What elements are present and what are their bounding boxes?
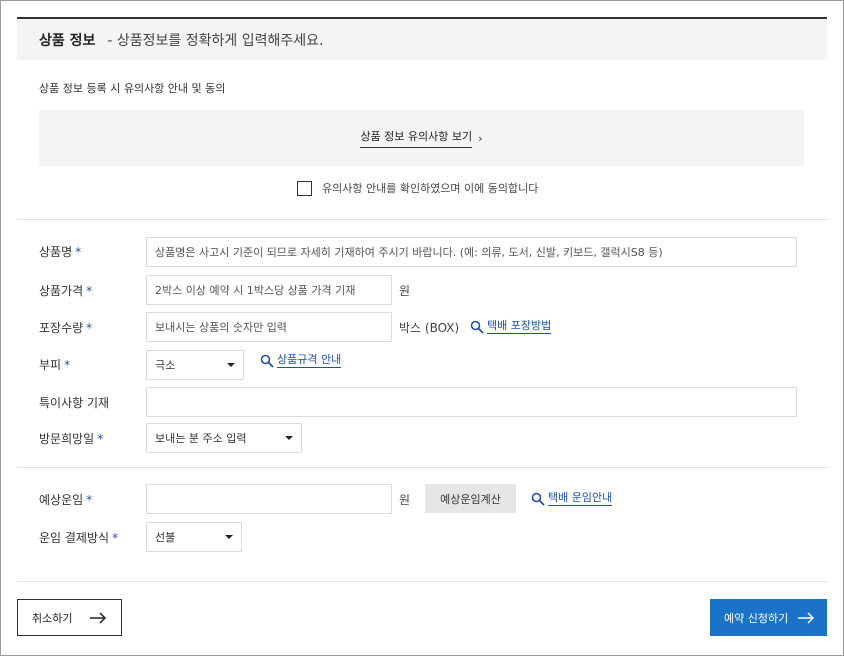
link-text: 상품규격 안내 <box>277 353 342 368</box>
agree-label: 유의사항 안내를 확인하였으며 이에 동의합니다 <box>322 182 539 195</box>
special-note-input[interactable] <box>146 387 797 417</box>
special-note-label: 특이사항 기재 <box>39 396 110 410</box>
chevron-down-icon <box>285 436 293 440</box>
calculate-fee-button[interactable]: 예상운임계산 <box>425 484 516 513</box>
volume-label: 부피 * <box>39 356 70 373</box>
selected-value: 극소 <box>155 359 176 372</box>
link-text: 택배 포장방법 <box>487 319 552 334</box>
selected-value: 보내는 분 주소 입력 <box>155 432 247 445</box>
label-text: 상품명 <box>39 245 73 259</box>
button-label: 예약 신청하기 <box>724 611 789 625</box>
label-text: 방문희망일 <box>39 432 95 446</box>
agree-row: 유의사항 안내를 확인하였으며 이에 동의합니다 <box>297 180 538 196</box>
package-qty-input[interactable]: 보내시는 상품의 숫자만 입력 <box>146 312 392 342</box>
volume-select[interactable]: 극소 <box>146 350 244 380</box>
agree-checkbox[interactable] <box>297 180 312 196</box>
link-text: 택배 운임안내 <box>548 491 613 506</box>
fee-guide-link[interactable]: 택배 운임안내 <box>531 491 613 506</box>
label-text: 포장수량 <box>39 321 84 335</box>
product-price-label: 상품가격 * <box>39 282 92 299</box>
submit-reservation-button[interactable]: 예약 신청하기 <box>710 599 827 636</box>
package-qty-label: 포장수량 * <box>39 319 92 336</box>
view-notice-link[interactable]: 상품 정보 유의사항 보기 <box>360 128 473 148</box>
package-unit: 박스 (BOX) <box>399 321 460 335</box>
label-text: 예상운임 <box>39 493 84 507</box>
label-text: 상품가격 <box>39 284 84 298</box>
chevron-right-icon: › <box>478 131 483 145</box>
cancel-button[interactable]: 취소하기 <box>17 599 122 636</box>
chevron-down-icon <box>227 363 235 367</box>
payment-method-select[interactable]: 선불 <box>146 522 242 552</box>
payment-method-label: 운임 결제방식 * <box>39 529 118 546</box>
divider <box>17 467 827 468</box>
product-price-input[interactable]: 2박스 이상 예약 시 1박스당 상품 가격 기재 <box>146 275 392 305</box>
form-frame: 상품 정보 - 상품정보를 정확하게 입력해주세요. 상품 정보 등록 시 유의… <box>0 0 844 656</box>
section-header: 상품 정보 - 상품정보를 정확하게 입력해주세요. <box>17 17 827 60</box>
button-label: 취소하기 <box>32 611 73 625</box>
packing-guide-link[interactable]: 택배 포장방법 <box>470 319 552 334</box>
magnifier-icon <box>260 354 274 368</box>
size-guide-link[interactable]: 상품규격 안내 <box>260 353 342 368</box>
magnifier-icon <box>470 320 484 334</box>
label-text: 운임 결제방식 <box>39 531 110 545</box>
placeholder-text: 보내시는 상품의 숫자만 입력 <box>155 321 287 334</box>
expected-fee-label: 예상운임 * <box>39 491 92 508</box>
arrow-right-icon <box>798 611 815 624</box>
fee-unit: 원 <box>399 493 411 507</box>
required-mark: * <box>112 531 119 545</box>
section-subtitle: - 상품정보를 정확하게 입력해주세요. <box>107 32 324 49</box>
visit-date-label: 방문희망일 * <box>39 430 103 447</box>
required-mark: * <box>86 493 93 507</box>
required-mark: * <box>75 245 82 259</box>
required-mark: * <box>97 432 104 446</box>
product-name-input[interactable]: 상품명은 사고시 기준이 되므로 자세히 기재하여 주시기 바랍니다. (예: … <box>146 237 797 267</box>
label-text: 부피 <box>39 358 62 372</box>
placeholder-text: 상품명은 사고시 기준이 되므로 자세히 기재하여 주시기 바랍니다. (예: … <box>155 246 663 259</box>
required-mark: * <box>86 284 93 298</box>
notice-panel: 상품 정보 유의사항 보기 › <box>39 110 804 166</box>
visit-date-select[interactable]: 보내는 분 주소 입력 <box>146 423 302 453</box>
divider <box>17 219 827 220</box>
placeholder-text: 2박스 이상 예약 시 1박스당 상품 가격 기재 <box>155 284 356 297</box>
product-name-label: 상품명 * <box>39 243 81 260</box>
price-unit: 원 <box>399 284 411 298</box>
required-mark: * <box>86 321 93 335</box>
expected-fee-input[interactable] <box>146 484 392 514</box>
magnifier-icon <box>531 492 545 506</box>
required-mark: * <box>64 358 71 372</box>
selected-value: 선불 <box>155 531 176 544</box>
chevron-down-icon <box>225 535 233 539</box>
arrow-right-icon <box>90 611 107 624</box>
notice-heading: 상품 정보 등록 시 유의사항 안내 및 동의 <box>39 82 226 95</box>
divider <box>17 581 827 582</box>
section-title: 상품 정보 <box>39 32 96 49</box>
